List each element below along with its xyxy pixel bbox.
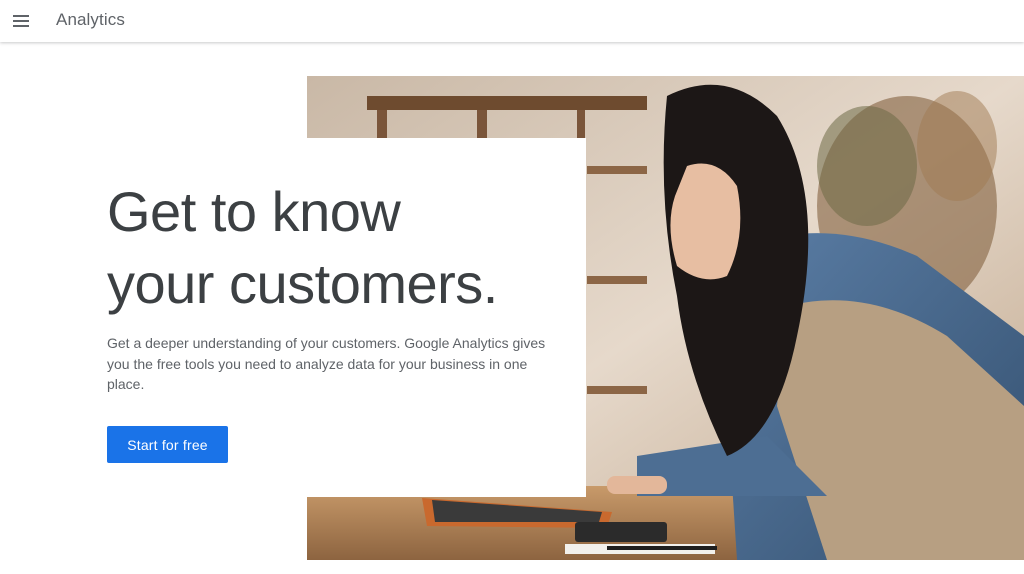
headline-line-2: your customers. — [107, 252, 498, 315]
top-app-bar: Analytics — [0, 0, 1024, 42]
product-name[interactable]: Analytics — [56, 10, 125, 30]
headline-line-1: Get to know — [107, 180, 401, 243]
hero-description: Get a deeper understanding of your custo… — [107, 335, 546, 392]
hamburger-menu-icon[interactable] — [6, 5, 38, 37]
hero-headline: Get to know your customers. — [107, 176, 577, 320]
start-for-free-button[interactable]: Start for free — [107, 426, 228, 463]
